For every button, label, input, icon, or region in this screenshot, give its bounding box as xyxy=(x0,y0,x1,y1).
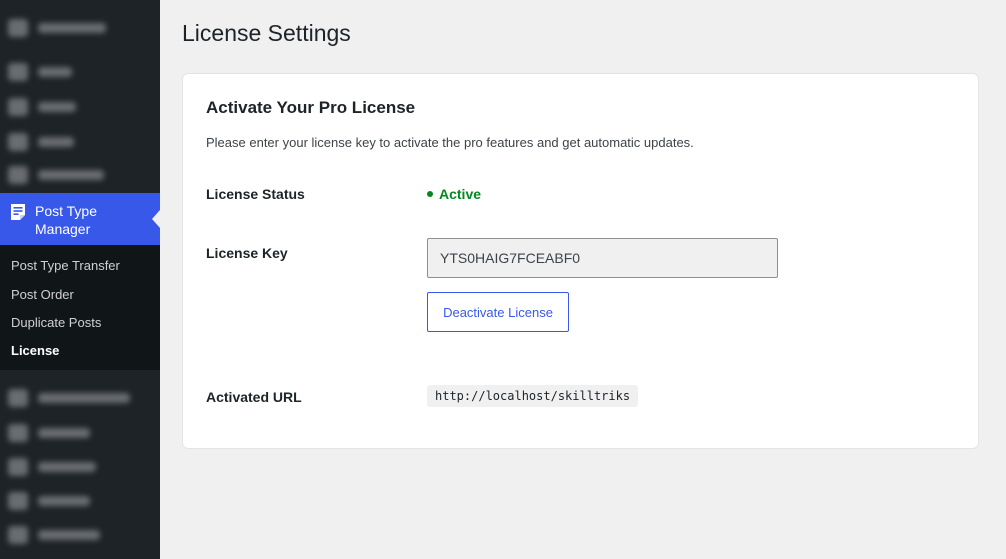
sidebar-item-blurred[interactable] xyxy=(0,55,160,89)
post-icon xyxy=(8,202,28,222)
menu-icon xyxy=(8,98,28,116)
card-heading: Activate Your Pro License xyxy=(206,98,416,117)
menu-icon xyxy=(8,492,28,510)
license-card: Activate Your Pro License Please enter y… xyxy=(182,73,979,449)
menu-icon xyxy=(8,166,28,184)
license-status-badge: Active xyxy=(427,186,481,202)
sidebar-item-blurred[interactable] xyxy=(0,450,160,484)
activated-url-value: http://localhost/skilltriks xyxy=(427,385,639,407)
menu-icon xyxy=(8,389,28,407)
admin-sidebar: Post Type Manager Post Type Transfer Pos… xyxy=(0,0,160,559)
sidebar-item-blurred[interactable] xyxy=(0,518,160,552)
card-description: Please enter your license key to activat… xyxy=(206,135,694,150)
menu-icon xyxy=(8,63,28,81)
sidebar-item-blurred[interactable] xyxy=(0,11,160,45)
sidebar-item-blurred[interactable] xyxy=(0,416,160,450)
sidebar-item-blurred[interactable] xyxy=(0,484,160,518)
license-status-label: License Status xyxy=(206,186,305,202)
current-menu-arrow xyxy=(152,210,160,228)
deactivate-license-button[interactable]: Deactivate License xyxy=(427,292,569,332)
sidebar-item-blurred[interactable] xyxy=(0,381,160,415)
sidebar-item-blurred[interactable] xyxy=(0,125,160,159)
license-status-value: Active xyxy=(439,186,482,202)
menu-icon xyxy=(8,133,28,151)
sidebar-item-blurred[interactable] xyxy=(0,158,160,192)
sidebar-item-post-type-manager[interactable]: Post Type Manager xyxy=(0,193,160,245)
page-title: License Settings xyxy=(182,20,351,46)
sidebar-submenu: Post Type Transfer Post Order Duplicate … xyxy=(0,245,160,370)
menu-icon xyxy=(8,526,28,544)
menu-icon xyxy=(8,458,28,476)
submenu-item-post-order[interactable]: Post Order xyxy=(11,287,74,302)
license-key-label: License Key xyxy=(206,245,288,261)
menu-icon xyxy=(8,19,28,37)
submenu-item-duplicate-posts[interactable]: Duplicate Posts xyxy=(11,315,101,330)
submenu-item-post-type-transfer[interactable]: Post Type Transfer xyxy=(11,258,120,273)
sidebar-item-blurred[interactable] xyxy=(0,90,160,124)
status-dot-icon xyxy=(427,191,433,197)
menu-icon xyxy=(8,424,28,442)
license-key-input[interactable] xyxy=(427,238,778,278)
activated-url-label: Activated URL xyxy=(206,389,302,405)
submenu-item-license[interactable]: License xyxy=(11,343,59,358)
sidebar-item-label: Post Type Manager xyxy=(35,203,98,237)
